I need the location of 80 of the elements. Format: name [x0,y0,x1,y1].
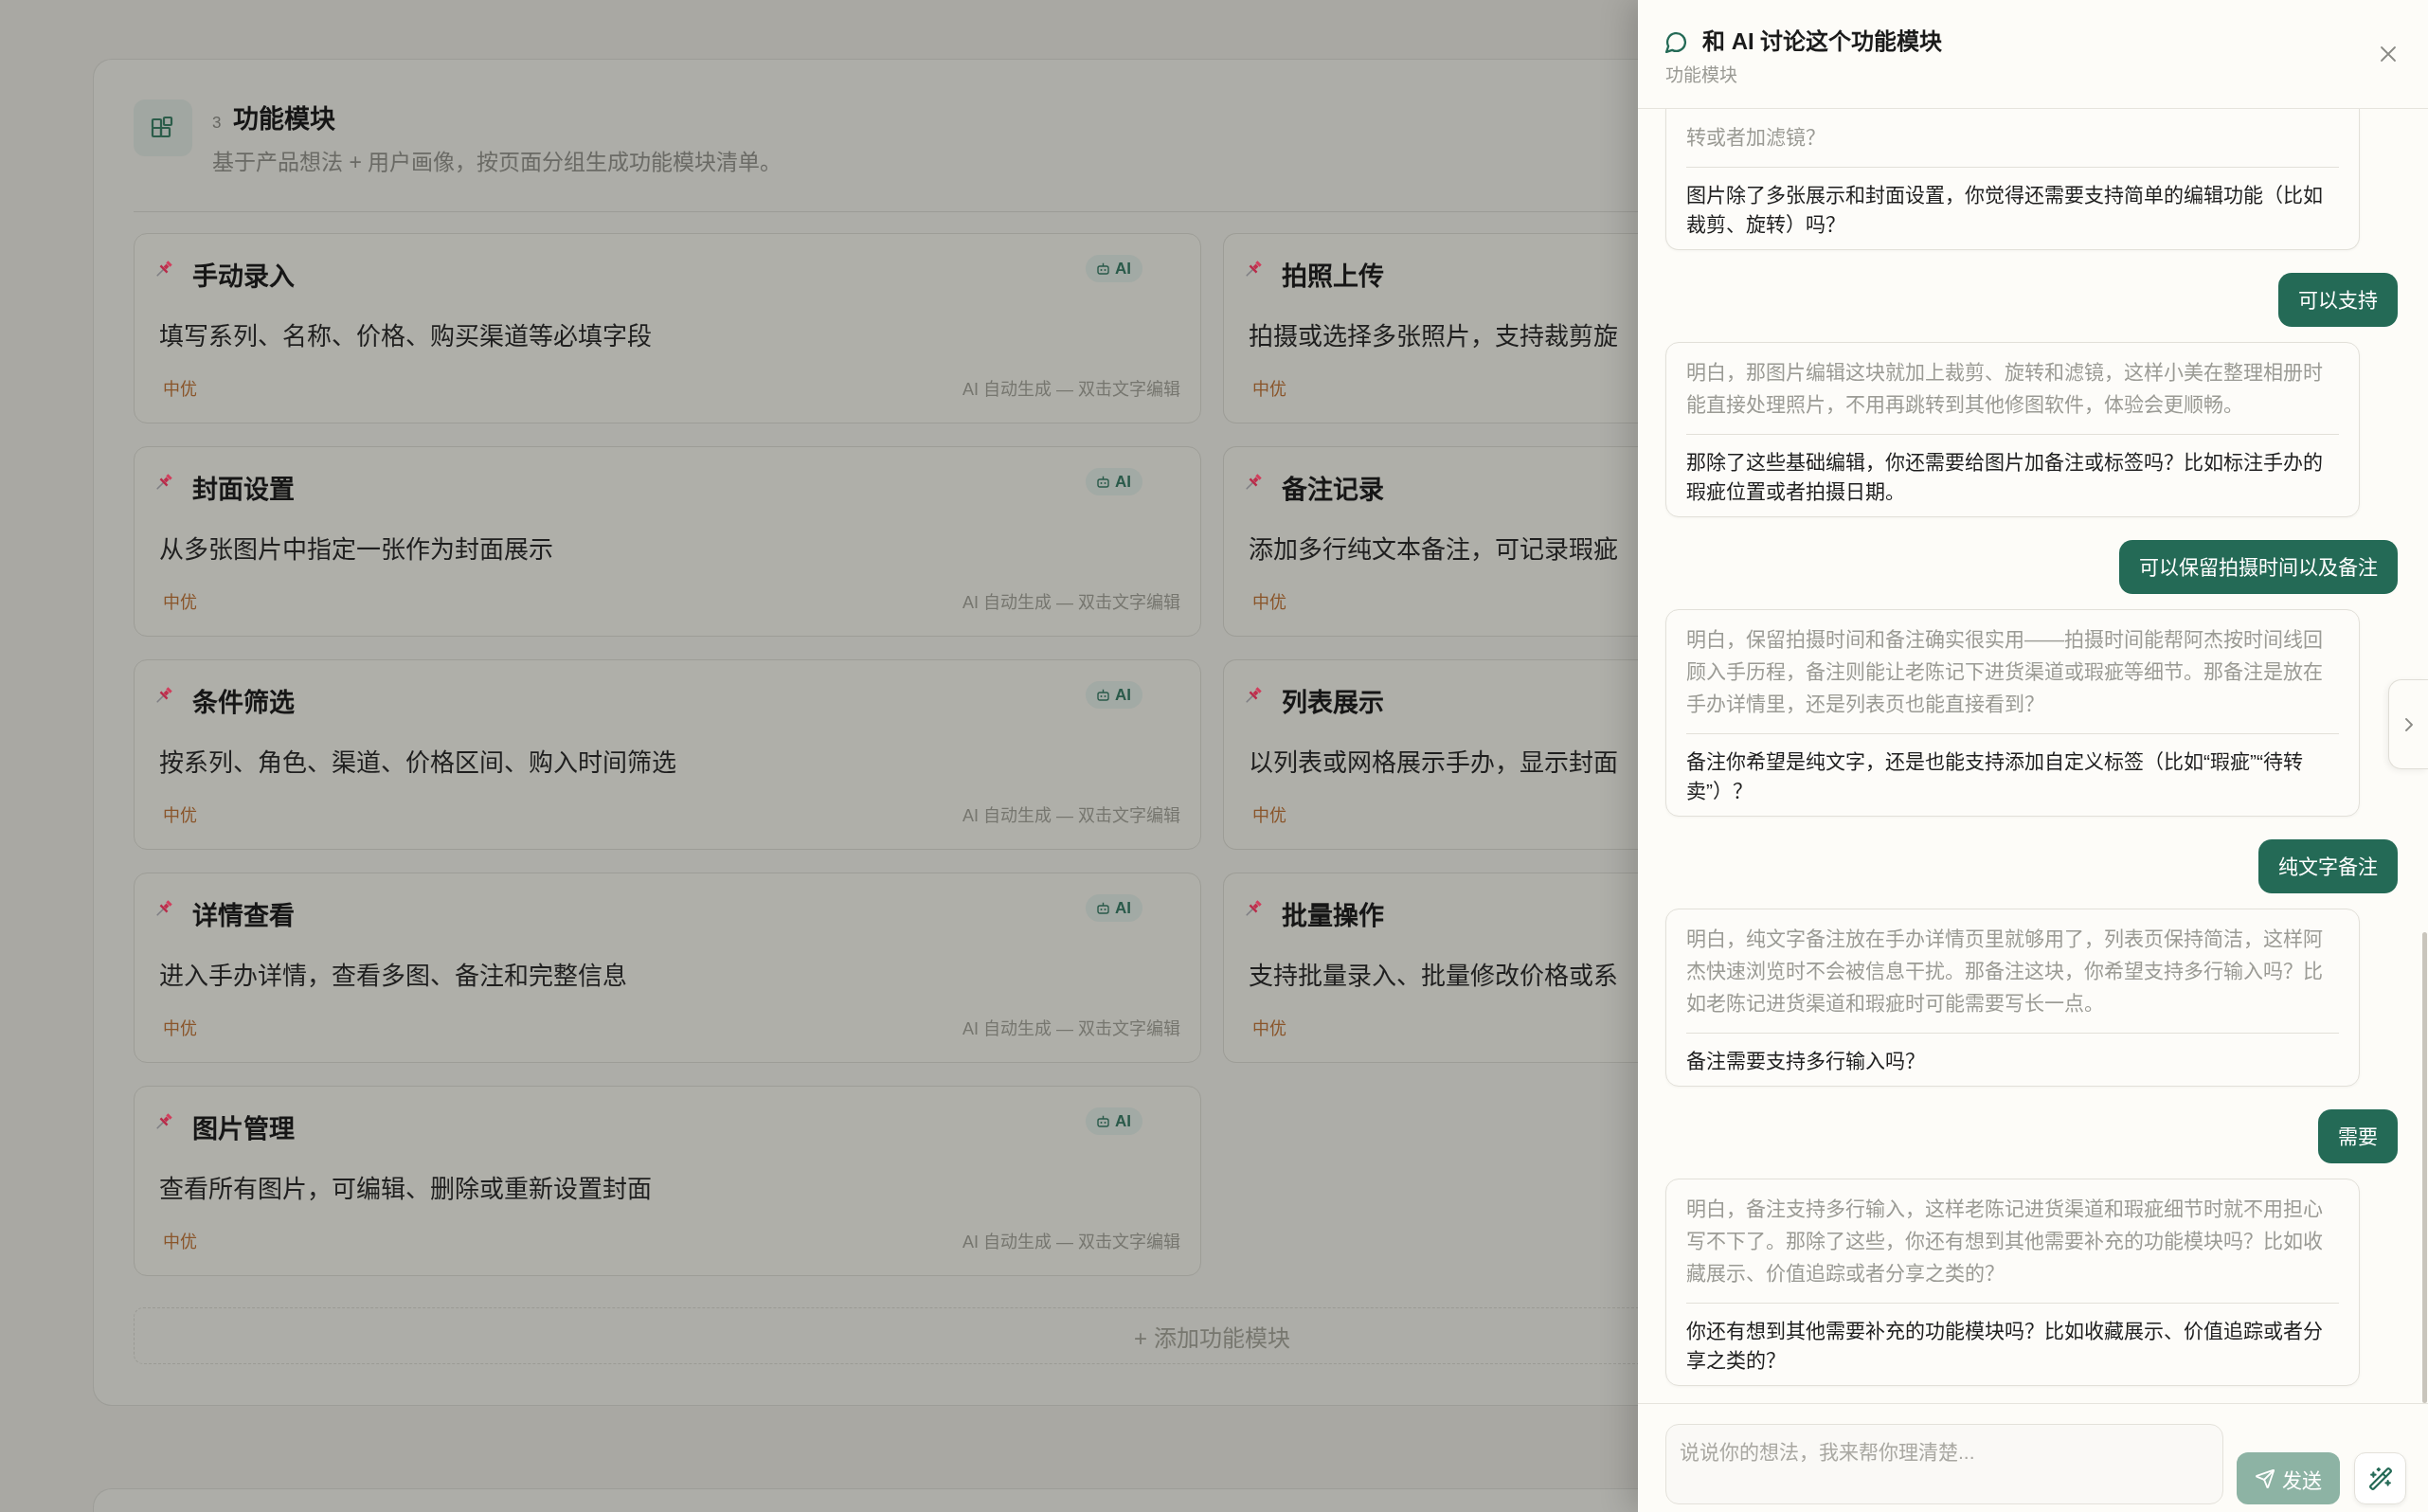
hint-text: AI 自动生成 — 双击文字编辑 [962,592,1180,614]
priority-label: 中优 [1252,805,1286,827]
user-message: 可以保留拍摄时间以及备注 [2119,540,2398,594]
card-title: 列表展示 [1282,688,1384,719]
robot-icon [1097,689,1109,701]
card-description: 从多张图片中指定一张作为封面展示 [159,534,553,566]
robot-icon [1097,262,1109,275]
drawer-title: 和 AI 讨论这个功能模块 [1702,27,1943,56]
card-description: 添加多行纯文本备注，可记录瑕疵 [1249,534,1618,566]
card-description: 支持批量录入、批量修改价格或系 [1249,961,1618,992]
message-input[interactable]: 说说你的想法，我来帮你理清楚... [1665,1424,2223,1504]
robot-icon [1097,902,1109,914]
card-description: 进入手办详情，查看多图、备注和完整信息 [159,961,627,992]
ai-label: AI [1115,471,1131,493]
card-title: 批量操作 [1282,901,1384,932]
ai-label: AI [1115,684,1131,706]
priority-label: 中优 [163,379,197,401]
ai-question: 备注你希望是纯文字，还是也能支持添加自定义标签（比如“瑕疵”“待转卖”）？ [1686,749,2304,803]
priority-label: 中优 [163,1232,197,1253]
section-subtitle: 基于产品想法 + 用户画像，按页面分组生成功能模块清单。 [212,149,782,176]
drawer-subtitle: 功能模块 [1665,64,1737,87]
chevron-right-icon [2403,716,2414,732]
ai-question: 你还有想到其他需要补充的功能模块吗？比如收藏展示、价值追踪或者分享之类的？ [1686,1319,2324,1373]
priority-label: 中优 [1252,1018,1286,1040]
card-title: 拍照上传 [1282,261,1384,293]
pin-icon [156,260,173,277]
card-description: 填写系列、名称、价格、购买渠道等必填字段 [159,321,652,352]
blocks-icon [134,99,192,156]
card-description: 以列表或网格展示手办，显示封面 [1249,747,1618,779]
pin-icon [1246,260,1263,277]
hint-text: AI 自动生成 — 双击文字编辑 [962,1018,1180,1040]
hint-text: AI 自动生成 — 双击文字编辑 [962,805,1180,827]
card-title: 条件筛选 [192,688,295,719]
priority-label: 中优 [163,1018,197,1040]
pin-icon [156,1112,173,1129]
step-number: 3 [212,113,222,134]
user-message: 纯文字备注 [2258,839,2398,893]
ai-reply: 明白，备注支持多行输入，这样老陈记进货渠道和瑕疵细节时就不用担心写不下了。那除了这些，你还有想到其他需要补充的功能模块吗？比如收藏展示、价值追踪或者分享之类的？ [1686,1197,2324,1286]
priority-label: 中优 [1252,379,1286,401]
pin-icon [156,899,173,916]
card-title: 图片管理 [192,1114,295,1145]
priority-label: 中优 [163,805,197,827]
user-message: 可以支持 [2278,273,2398,327]
card-description: 拍摄或选择多张照片，支持裁剪旋 [1249,321,1618,352]
robot-icon [1097,1115,1109,1127]
card-title: 手动录入 [192,261,295,293]
pin-icon [1246,686,1263,703]
magic-wand-icon [2368,1467,2392,1490]
ai-reply: 明白，保留拍摄时间和备注确实很实用——拍摄时间能帮阿杰按时间线回顾入手历程，备注则能让老陈记下进货渠道或瑕疵等细节。那备注是放在手办详情里，还是列表页也能直接看到？ [1686,627,2324,716]
ai-question: 那除了这些基础编辑，你还需要给图片加备注或标签吗？比如标注手办的瑕疵位置或者拍摄日期。 [1686,450,2324,504]
ai-reply: 明白，纯文字备注放在手办详情页里就够用了，列表页保持简洁，这样阿杰快速浏览时不会被信息干扰。那备注这块，你希望支持多行输入吗？比如老陈记进货渠道和瑕疵时可能需要写长一点。 [1686,927,2324,1016]
close-icon [2380,45,2397,63]
priority-label: 中优 [1252,592,1286,614]
pin-icon [156,686,173,703]
pin-icon [1246,473,1263,490]
priority-label: 中优 [163,592,197,614]
pin-icon [156,473,173,490]
ai-label: AI [1115,897,1131,919]
card-title: 备注记录 [1282,475,1384,506]
send-icon [2255,1468,2275,1488]
hint-text: AI 自动生成 — 双击文字编辑 [962,1232,1180,1253]
robot-icon [1097,476,1109,488]
ai-question: 备注需要支持多行输入吗？ [1686,1049,1926,1073]
add-module-button[interactable]: + 添加功能模块 [134,1307,1638,1364]
card-title: 封面设置 [192,475,295,506]
ai-label: AI [1115,258,1131,279]
ai-reply: 转或者加滤镜？ [1686,125,1826,150]
ai-label: AI [1115,1110,1131,1132]
card-description: 查看所有图片，可编辑、删除或重新设置封面 [159,1174,652,1205]
card-title: 详情查看 [192,901,295,932]
ai-question: 图片除了多张展示和封面设置，你觉得还需要支持简单的编辑功能（比如裁剪、旋转）吗？ [1686,183,2324,237]
card-description: 按系列、角色、渠道、价格区间、购入时间筛选 [159,747,676,779]
hint-text: AI 自动生成 — 双击文字编辑 [962,379,1180,401]
chat-icon [1665,30,1687,53]
pin-icon [1246,899,1263,916]
ai-reply: 明白，那图片编辑这块就加上裁剪、旋转和滤镜，这样小美在整理相册时能直接处理照片，不用再跳转到其他修图软件，体验会更顺畅。 [1686,360,2324,417]
user-message: 需要 [2318,1109,2398,1163]
collapse-handle[interactable] [2388,679,2428,769]
magic-wand-button[interactable] [2354,1452,2406,1504]
section-title: 功能模块 [233,104,336,135]
